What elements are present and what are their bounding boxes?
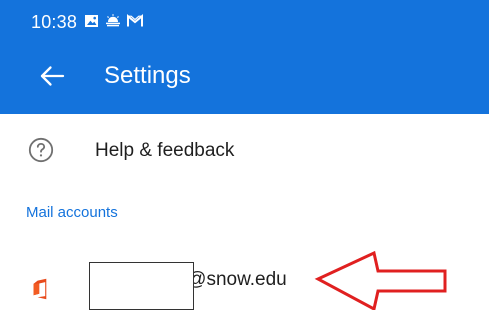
status-bar: 10:38 [0, 0, 489, 42]
mail-notification-icon [127, 14, 143, 27]
mail-accounts-header: Mail accounts [26, 204, 118, 221]
app-bar: 10:38 Settings [0, 0, 489, 114]
status-time: 10:38 [31, 12, 78, 32]
back-button[interactable] [34, 58, 70, 94]
page-title: Settings [104, 62, 191, 89]
settings-screen: 10:38 Settings Help & feedback Mail acco… [0, 0, 489, 310]
help-feedback-item[interactable]: Help & feedback [0, 121, 489, 183]
office-icon [33, 278, 47, 300]
help-circle-icon [28, 137, 54, 163]
red-outline-arrow [314, 250, 447, 310]
picture-icon [85, 15, 98, 27]
redaction-box [89, 262, 194, 310]
weather-icon [106, 14, 120, 27]
help-feedback-label: Help & feedback [95, 140, 235, 161]
arrow-left-icon [40, 66, 65, 86]
